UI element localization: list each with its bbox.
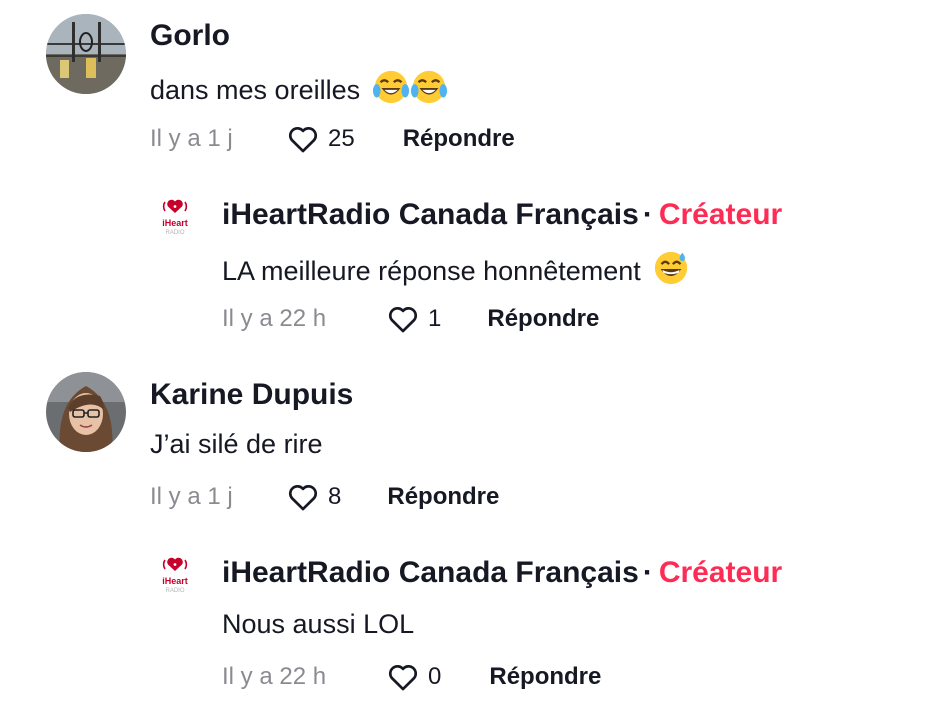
svg-text:iHeart: iHeart	[162, 576, 188, 586]
separator-dot: ·	[642, 198, 653, 231]
reply-button[interactable]: Répondre	[387, 483, 499, 511]
reply-timestamp: Il y a 22 h	[222, 663, 327, 690]
comment-author[interactable]: Karine Dupuis	[150, 377, 353, 413]
reply-button[interactable]: Répondre	[487, 305, 599, 333]
reply-text: LA meilleure réponse honnêtement	[222, 249, 690, 288]
reply-text-body: LA meilleure réponse honnêtement	[222, 256, 641, 286]
comment-meta: Il y a 1 j 8 Répondre	[150, 477, 499, 517]
reply-author[interactable]: iHeartRadio Canada Français · Créateur	[222, 197, 782, 233]
comment-text-body: J’ai silé de rire	[150, 429, 323, 459]
comment-meta: Il y a 1 j 25 Répondre	[150, 119, 515, 159]
avatar[interactable]	[46, 372, 126, 452]
avatar[interactable]	[46, 14, 126, 94]
reply-author[interactable]: iHeartRadio Canada Français · Créateur	[222, 555, 782, 591]
comment-text: dans mes oreilles	[150, 68, 448, 107]
reply-text: Nous aussi LOL	[222, 607, 414, 641]
svg-text:RADIO: RADIO	[165, 588, 184, 594]
separator-dot: ·	[642, 556, 653, 589]
reply-meta: Il y a 22 h 1 Répondre	[222, 299, 599, 339]
like-button[interactable]: 1	[386, 302, 441, 336]
reply-author-name[interactable]: iHeartRadio Canada Français	[222, 198, 639, 231]
reply-button[interactable]: Répondre	[403, 125, 515, 153]
svg-text:RADIO: RADIO	[165, 230, 184, 236]
like-count: 1	[428, 305, 442, 332]
reply-button[interactable]: Répondre	[489, 663, 601, 691]
comment-timestamp: Il y a 1 j	[150, 483, 233, 510]
reply-timestamp: Il y a 22 h	[222, 305, 327, 332]
comment-text: J’ai silé de rire	[150, 427, 323, 461]
heart-icon	[288, 485, 318, 511]
comment-text-body: dans mes oreilles	[150, 75, 361, 105]
creator-badge: Créateur	[658, 198, 783, 231]
like-button[interactable]: 8	[286, 480, 341, 514]
reply-meta: Il y a 22 h 0 Répondre	[222, 657, 601, 697]
like-button[interactable]: 25	[286, 122, 355, 156]
iheartradio-logo[interactable]: iHeart RADIO	[159, 556, 191, 598]
like-count: 0	[428, 663, 442, 690]
tears-of-joy-emoji-icon	[372, 70, 409, 104]
reply-text-body: Nous aussi LOL	[222, 609, 415, 639]
comment-timestamp: Il y a 1 j	[150, 125, 233, 152]
svg-text:iHeart: iHeart	[162, 218, 188, 228]
comment-author[interactable]: Gorlo	[150, 18, 230, 54]
heart-icon	[388, 665, 418, 691]
heart-icon	[388, 307, 418, 333]
like-button[interactable]: 0	[386, 660, 441, 694]
grinning-sweat-emoji-icon	[655, 251, 688, 285]
creator-badge: Créateur	[658, 556, 783, 589]
like-count: 8	[328, 483, 342, 510]
reply-author-name[interactable]: iHeartRadio Canada Français	[222, 556, 639, 589]
like-count: 25	[328, 125, 355, 152]
tears-of-joy-emoji-icon	[410, 70, 447, 104]
iheartradio-logo[interactable]: iHeart RADIO	[159, 198, 191, 240]
heart-icon	[288, 127, 318, 153]
